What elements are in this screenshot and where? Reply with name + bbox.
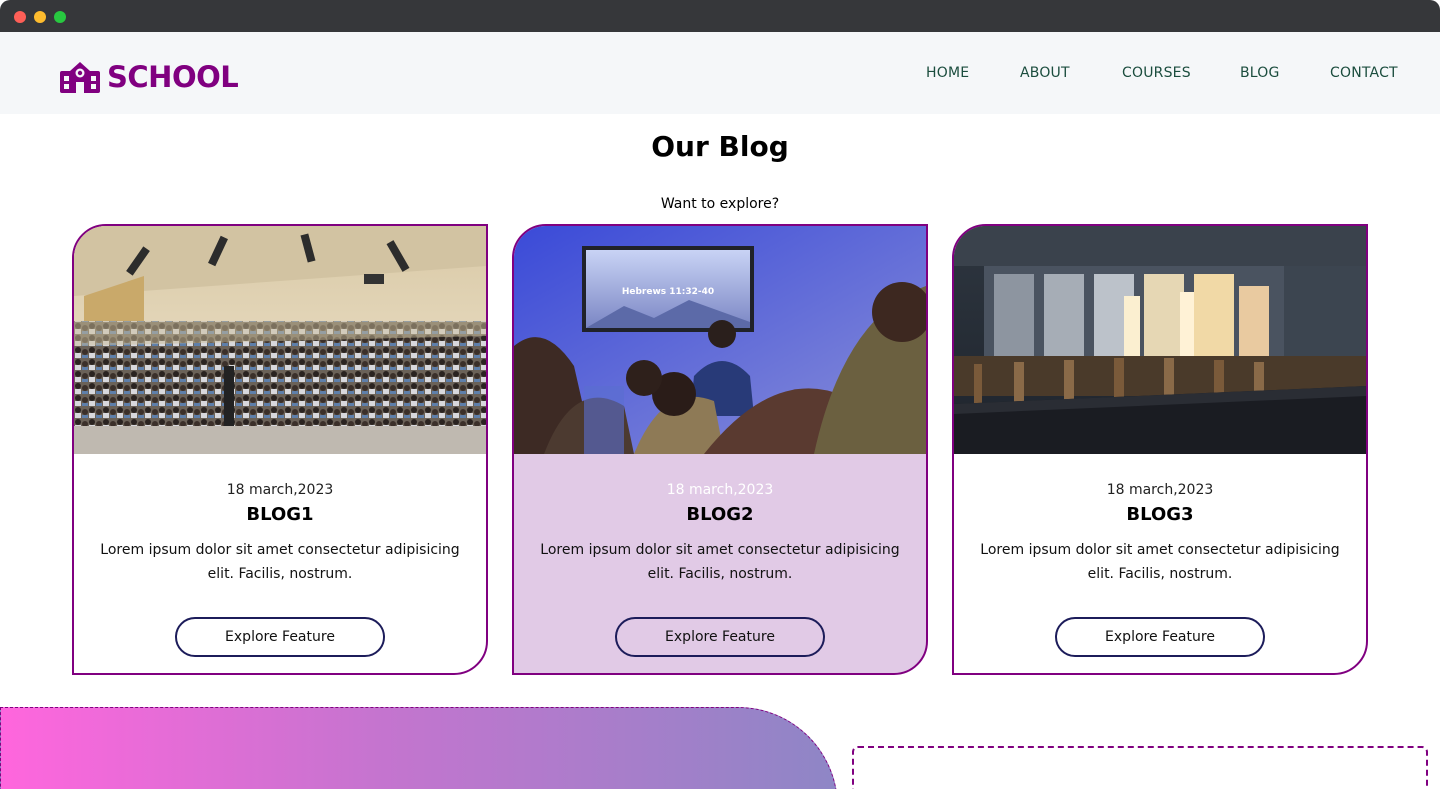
blog-card-1: 18 march,2023 BLOG1 Lorem ipsum dolor si…	[72, 224, 488, 675]
card-title: BLOG2	[686, 504, 754, 525]
blog-card-2: Hebrews 11:32-40 18 march,2023 BLOG2 Lor…	[512, 224, 928, 675]
card-title: BLOG1	[246, 504, 314, 525]
blog-section-title: Our Blog	[651, 130, 789, 163]
card-title: BLOG3	[1126, 504, 1194, 525]
card-date: 18 march,2023	[1106, 482, 1214, 498]
maximize-window-button[interactable]	[54, 11, 66, 23]
explore-feature-button[interactable]: Explore Feature	[1055, 617, 1265, 657]
explore-feature-button[interactable]: Explore Feature	[175, 617, 385, 657]
speaker-presentation-photo: Hebrews 11:32-40	[514, 226, 926, 454]
card-description: Lorem ipsum dolor sit amet consectetur a…	[980, 542, 1340, 582]
nav-item-home[interactable]: HOME	[926, 65, 969, 81]
lecture-hall-audience-photo	[74, 226, 486, 454]
empty-classroom-photo	[954, 226, 1366, 454]
gradient-banner	[0, 707, 838, 789]
site-header: SCHOOL HOME ABOUT COURSES BLOG CONTACT	[0, 32, 1440, 114]
nav-item-courses[interactable]: COURSES	[1122, 65, 1191, 81]
close-window-button[interactable]	[14, 11, 26, 23]
explore-feature-button[interactable]: Explore Feature	[615, 617, 825, 657]
card-description: Lorem ipsum dolor sit amet consectetur a…	[540, 542, 900, 582]
blog-section-subtitle: Want to explore?	[660, 196, 780, 212]
nav-item-contact[interactable]: CONTACT	[1330, 65, 1398, 81]
window-titlebar	[0, 0, 1440, 32]
main-nav: HOME ABOUT COURSES BLOG CONTACT	[0, 65, 1440, 85]
card-description: Lorem ipsum dolor sit amet consectetur a…	[100, 542, 460, 582]
screen-text: Hebrews 11:32-40	[622, 287, 714, 297]
dashed-content-box	[852, 746, 1428, 789]
minimize-window-button[interactable]	[34, 11, 46, 23]
card-date: 18 march,2023	[666, 482, 774, 498]
card-date: 18 march,2023	[226, 482, 334, 498]
nav-item-blog[interactable]: BLOG	[1240, 65, 1280, 81]
nav-item-about[interactable]: ABOUT	[1020, 65, 1070, 81]
blog-card-3: 18 march,2023 BLOG3 Lorem ipsum dolor si…	[952, 224, 1368, 675]
